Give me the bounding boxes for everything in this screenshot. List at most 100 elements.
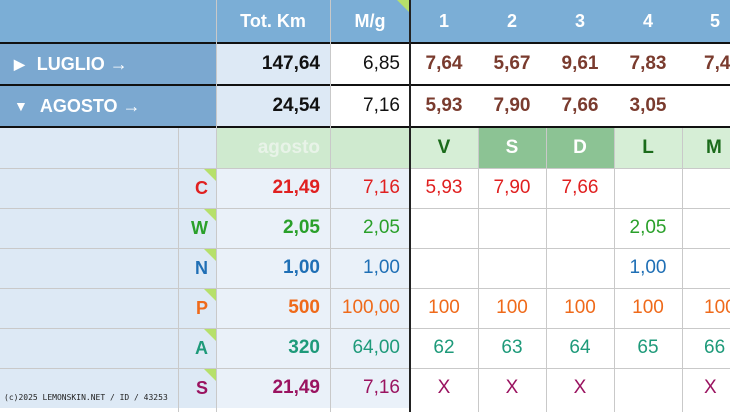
row-code[interactable]: S [178, 368, 216, 408]
month-tot-km[interactable]: 24,54 [216, 86, 330, 126]
header-mg[interactable]: M/g [330, 0, 410, 42]
month-day-cell[interactable]: 7,66 [546, 86, 614, 126]
day-cell[interactable]: 1,00 [614, 248, 682, 288]
day-cell[interactable]: X [478, 368, 546, 408]
month-row-agosto[interactable]: ▼ AGOSTO → [0, 86, 216, 126]
day-cell[interactable] [682, 168, 730, 208]
day-cell[interactable] [682, 208, 730, 248]
day-cell[interactable]: 100 [614, 288, 682, 328]
day-cell[interactable] [614, 168, 682, 208]
weekday-cell[interactable]: L [614, 128, 682, 168]
row-tot-km[interactable]: 21,49 [216, 368, 330, 408]
row-mg[interactable]: 7,16 [330, 168, 410, 208]
month-row-luglio[interactable]: ▶ LUGLIO → [0, 44, 216, 84]
row-code[interactable]: C [178, 168, 216, 208]
collapse-arrow-icon[interactable]: ▼ [14, 98, 28, 114]
divider [0, 126, 730, 128]
header-tot-km[interactable]: Tot. Km [216, 0, 330, 42]
row-mg[interactable]: 100,00 [330, 288, 410, 328]
row-label-cell [0, 248, 178, 288]
day-cell[interactable]: X [682, 368, 730, 408]
day-cell[interactable] [546, 208, 614, 248]
divider [0, 42, 730, 44]
row-label-cell [0, 328, 178, 368]
header-day-3[interactable]: 3 [546, 0, 614, 42]
weekend-cell[interactable]: D [546, 128, 614, 168]
row-label-cell [0, 168, 178, 208]
row-code[interactable]: N [178, 248, 216, 288]
day-cell[interactable]: 65 [614, 328, 682, 368]
day-cell[interactable]: 62 [410, 328, 478, 368]
month-day-cell[interactable]: 7,83 [614, 44, 682, 84]
day-cell[interactable] [478, 248, 546, 288]
row-mg[interactable]: 7,16 [330, 368, 410, 408]
day-cell[interactable] [410, 248, 478, 288]
row-tot-km[interactable]: 2,05 [216, 208, 330, 248]
day-cell[interactable]: 63 [478, 328, 546, 368]
day-cell[interactable] [614, 368, 682, 408]
month-mg[interactable]: 6,85 [330, 44, 410, 84]
month-day-cell[interactable]: 9,61 [546, 44, 614, 84]
row-tot-km[interactable]: 500 [216, 288, 330, 328]
month-label: LUGLIO → [36, 53, 128, 74]
comment-marker [203, 168, 216, 181]
header-day-4[interactable]: 4 [614, 0, 682, 42]
day-cell[interactable]: 7,90 [478, 168, 546, 208]
row-code[interactable]: A [178, 328, 216, 368]
day-cell[interactable] [478, 208, 546, 248]
row-label-cell [0, 288, 178, 328]
header-day-5[interactable]: 5 [682, 0, 730, 42]
weekend-cell[interactable]: S [478, 128, 546, 168]
month-day-cell[interactable]: 5,93 [410, 86, 478, 126]
header-mg-label: M/g [354, 10, 386, 31]
divider [546, 128, 547, 412]
header-day-2[interactable]: 2 [478, 0, 546, 42]
month-day-cell[interactable]: 3,05 [614, 86, 682, 126]
day-cell[interactable]: 100 [478, 288, 546, 328]
day-cell[interactable]: 100 [410, 288, 478, 328]
month-mg[interactable]: 7,16 [330, 86, 410, 126]
day-cell[interactable]: 7,66 [546, 168, 614, 208]
spreadsheet: Tot. Km M/g 1 2 3 4 5 ▶ LUGLIO → 147,64 … [0, 0, 730, 412]
day-cell[interactable]: 100 [546, 288, 614, 328]
month-day-cell[interactable]: 7,64 [410, 44, 478, 84]
row-code[interactable]: P [178, 288, 216, 328]
day-cell[interactable] [410, 208, 478, 248]
weekday-mg-cell[interactable] [330, 128, 410, 168]
divider [0, 288, 730, 289]
divider [682, 128, 683, 412]
day-cell[interactable]: 2,05 [614, 208, 682, 248]
divider [0, 368, 730, 369]
header-day-1[interactable]: 1 [410, 0, 478, 42]
divider [478, 128, 479, 412]
day-cell[interactable]: 64 [546, 328, 614, 368]
month-day-cell[interactable]: 7,4 [682, 44, 730, 84]
row-mg[interactable]: 64,00 [330, 328, 410, 368]
comment-marker [203, 368, 216, 381]
row-label-cell [0, 368, 178, 408]
weekday-row-label [0, 128, 216, 168]
month-day-cell[interactable]: 5,67 [478, 44, 546, 84]
row-mg[interactable]: 2,05 [330, 208, 410, 248]
day-cell[interactable]: 5,93 [410, 168, 478, 208]
day-cell[interactable]: 100 [682, 288, 730, 328]
day-cell[interactable]: X [410, 368, 478, 408]
row-tot-km[interactable]: 21,49 [216, 168, 330, 208]
day-cell[interactable] [682, 248, 730, 288]
row-tot-km[interactable]: 320 [216, 328, 330, 368]
row-mg[interactable]: 1,00 [330, 248, 410, 288]
header-corner [0, 0, 216, 42]
day-cell[interactable]: 66 [682, 328, 730, 368]
month-day-cell[interactable]: 7,90 [478, 86, 546, 126]
copyright-footer: (c)2025 LEMONSKIN.NET / ID / 43253 [4, 393, 168, 402]
day-cell[interactable] [546, 248, 614, 288]
month-tot-km[interactable]: 147,64 [216, 44, 330, 84]
day-cell[interactable]: X [546, 368, 614, 408]
weekday-cell[interactable]: V [410, 128, 478, 168]
weekday-cell[interactable]: M [682, 128, 730, 168]
month-name-cell[interactable]: agosto [216, 128, 330, 168]
month-day-cell[interactable] [682, 86, 730, 126]
row-tot-km[interactable]: 1,00 [216, 248, 330, 288]
expand-arrow-icon[interactable]: ▶ [14, 56, 25, 73]
row-code[interactable]: W [178, 208, 216, 248]
